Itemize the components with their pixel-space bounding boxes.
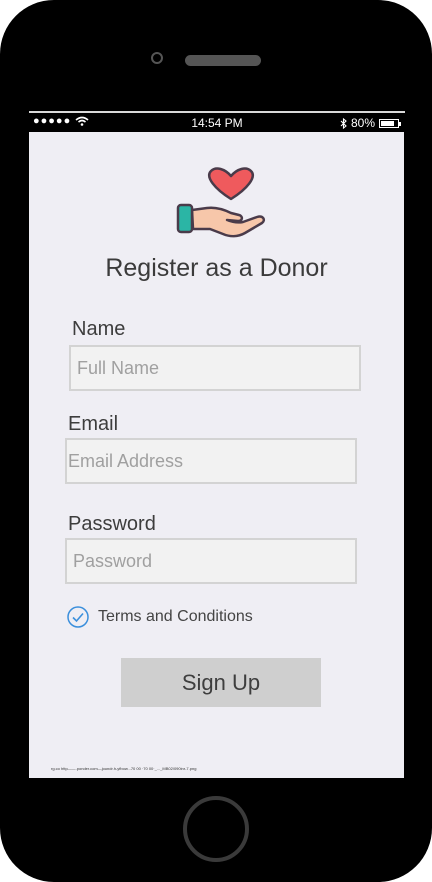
bluetooth-icon [340, 117, 347, 129]
terms-label[interactable]: Terms and Conditions [98, 608, 253, 626]
battery-icon [379, 118, 401, 128]
email-label: Email [68, 413, 119, 435]
sign-up-button[interactable]: Sign Up [121, 658, 321, 707]
check-circle-icon[interactable] [67, 606, 89, 628]
home-button[interactable] [183, 796, 249, 862]
name-label: Name [72, 318, 126, 340]
full-name-input[interactable] [69, 345, 361, 391]
phone-frame: ●●●●● 14:54 PM 80% Register as a Donor N… [0, 0, 432, 882]
earpiece-speaker [185, 55, 261, 66]
screen-divider [29, 111, 405, 113]
app-screen: Register as a Donor Name Email Password … [29, 132, 404, 778]
front-camera [151, 52, 163, 64]
status-bar: ●●●●● 14:54 PM 80% [29, 114, 405, 132]
password-input[interactable] [65, 538, 357, 584]
source-caption: rg.co http——.ponder.com—joundr.h-yfbow..… [51, 766, 197, 771]
terms-checkbox[interactable]: Terms and Conditions [67, 606, 253, 628]
battery-percent: 80% [350, 116, 375, 130]
hand-heart-icon [176, 167, 266, 238]
email-input[interactable] [65, 438, 357, 484]
page-title: Register as a Donor [105, 254, 328, 282]
password-label: Password [68, 513, 156, 535]
battery-level [381, 120, 394, 126]
status-right: 80% [340, 116, 401, 130]
